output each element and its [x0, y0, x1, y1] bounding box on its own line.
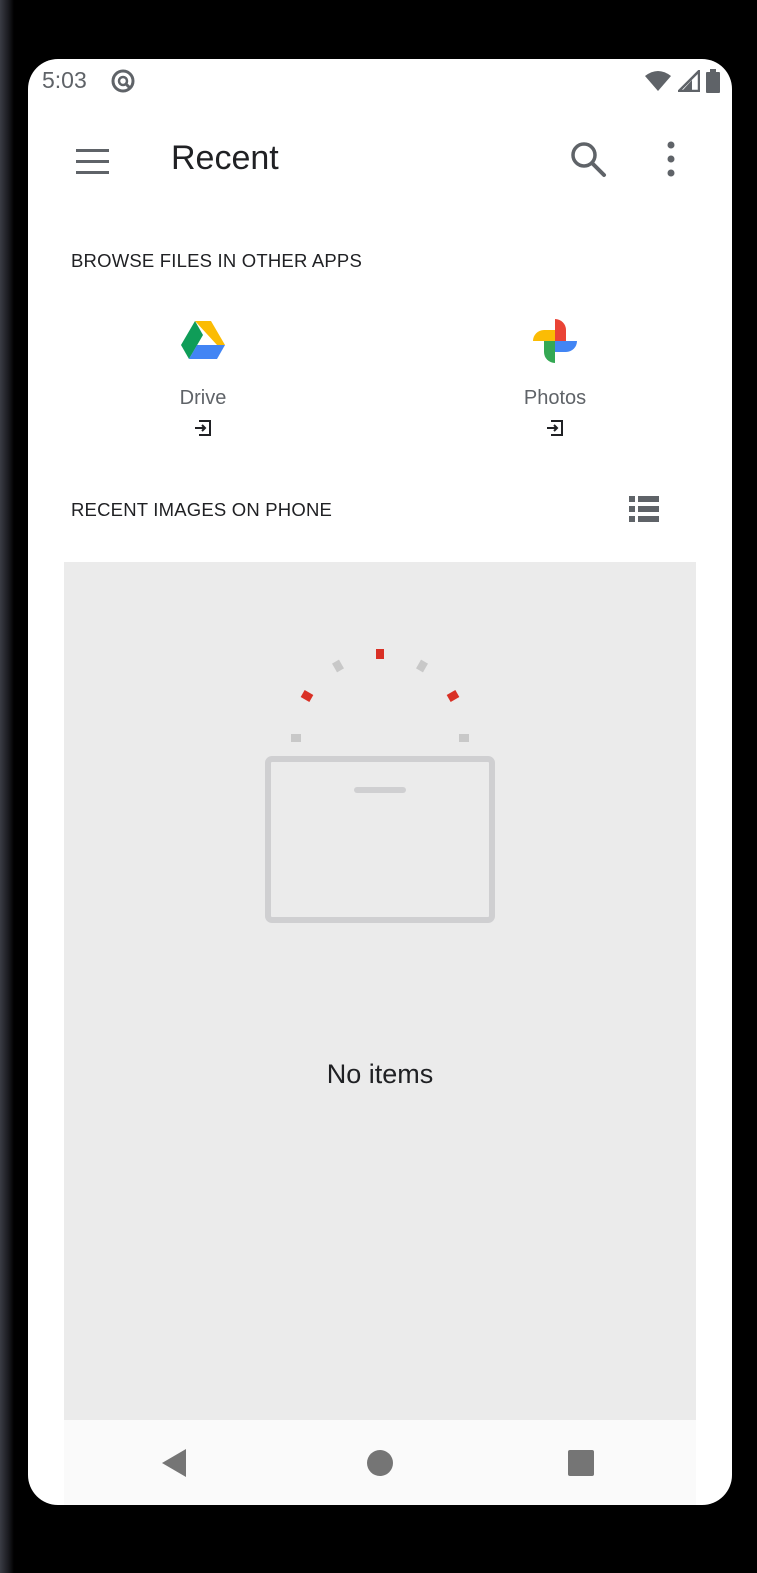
recents-icon[interactable] — [566, 1448, 596, 1478]
page-title: Recent — [171, 139, 279, 177]
status-time: 5:03 — [42, 67, 87, 93]
drive-label: Drive — [179, 387, 227, 409]
list-view-icon[interactable] — [626, 491, 662, 527]
app-notification-icon — [111, 69, 135, 93]
photos-app-tile[interactable]: Photos — [475, 311, 635, 447]
browse-section-header: BROWSE FILES IN OTHER APPS — [71, 250, 362, 271]
device-bezel — [0, 0, 14, 1573]
recent-images-panel: No items — [64, 562, 696, 1420]
open-in-app-icon — [547, 420, 563, 436]
battery-icon — [706, 69, 720, 93]
home-icon[interactable] — [366, 1448, 396, 1478]
empty-folder-illustration — [265, 649, 495, 923]
photos-label: Photos — [523, 387, 587, 409]
open-in-app-icon — [195, 420, 211, 436]
back-icon[interactable] — [160, 1448, 190, 1478]
google-drive-icon — [181, 321, 225, 359]
system-nav-bar — [64, 1420, 696, 1505]
drive-app-tile[interactable]: Drive — [123, 311, 283, 447]
app-bar: Recent — [28, 103, 732, 219]
search-icon[interactable] — [566, 137, 610, 181]
cell-signal-icon — [678, 70, 700, 92]
status-bar: 5:03 — [28, 59, 732, 103]
phone-screen: 5:03 Recent BROWSE FILES IN OTHER APPS D… — [28, 59, 732, 1505]
more-vert-icon[interactable] — [654, 137, 688, 181]
google-photos-icon — [533, 319, 577, 363]
empty-state-text: No items — [326, 1059, 434, 1089]
recent-section-header: RECENT IMAGES ON PHONE — [71, 499, 333, 520]
wifi-icon — [645, 71, 671, 91]
status-icons — [644, 68, 720, 94]
menu-icon[interactable] — [68, 141, 112, 181]
